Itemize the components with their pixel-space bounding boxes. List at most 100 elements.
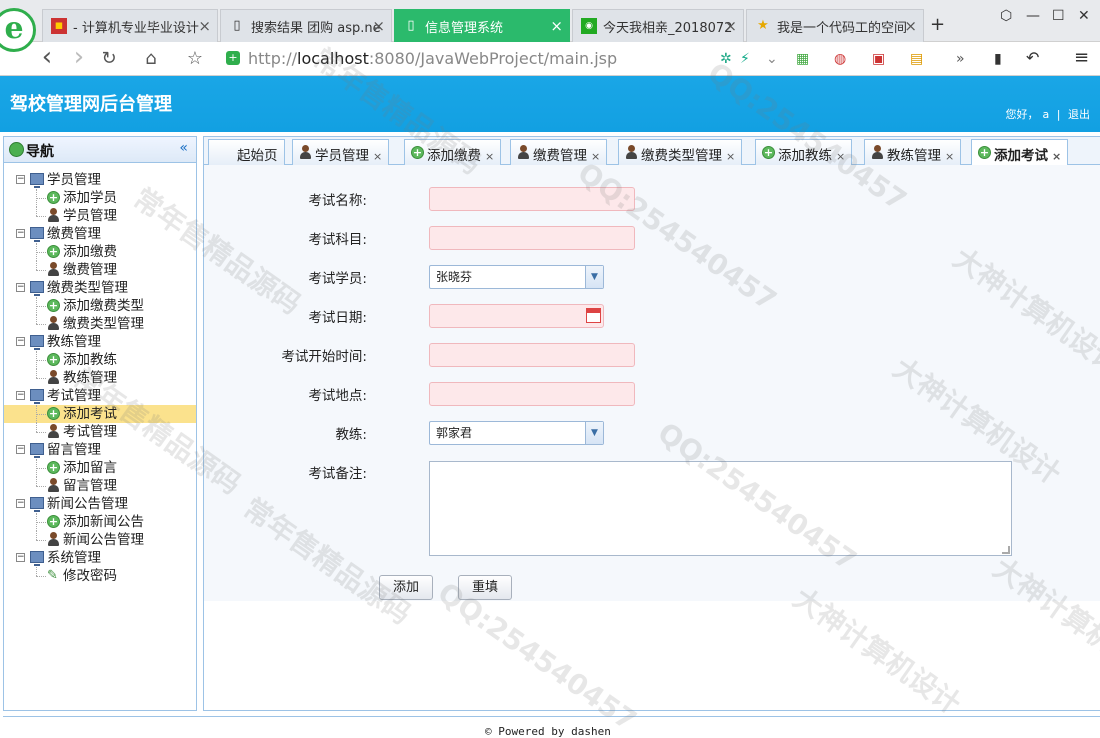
sidebar-item[interactable]: 新闻公告管理: [4, 531, 196, 549]
page-tab[interactable]: 起始页: [208, 139, 285, 165]
page-tab[interactable]: + 添加教练 ×: [755, 139, 853, 165]
exam-name-input[interactable]: [429, 187, 635, 211]
sidebar-item[interactable]: + 添加缴费类型: [4, 297, 196, 315]
favorite-button[interactable]: ☆: [184, 48, 206, 69]
sidebar-group[interactable]: − 考试管理: [4, 387, 196, 405]
close-icon[interactable]: ×: [198, 17, 211, 35]
sidebar-group[interactable]: − 学员管理: [4, 171, 196, 189]
browser-tab-2[interactable]: ▯ 搜索结果 团购 asp.ne ×: [220, 9, 392, 42]
reset-button[interactable]: 重填: [458, 575, 512, 600]
tree-line: [36, 567, 37, 576]
collapse-icon[interactable]: «: [179, 140, 188, 156]
minimize-button[interactable]: —: [1026, 8, 1040, 24]
page-tab[interactable]: + 添加考试 ×: [971, 139, 1069, 166]
shield-ext-icon[interactable]: ◍: [834, 51, 846, 67]
close-icon[interactable]: ×: [550, 17, 563, 35]
sidebar-item[interactable]: 缴费管理: [4, 261, 196, 279]
sidebar-item[interactable]: 留言管理: [4, 477, 196, 495]
browser-tab-5[interactable]: ★ 我是一个代码工的空间 ×: [746, 9, 924, 42]
close-icon[interactable]: ×: [724, 17, 737, 35]
browser-tab-3-active[interactable]: ▯ 信息管理系统 ×: [394, 9, 570, 42]
back-button[interactable]: ‹: [36, 42, 58, 72]
undo-icon[interactable]: ↶: [1026, 48, 1039, 67]
chevron-down-icon[interactable]: ▼: [585, 422, 603, 444]
sidebar-item[interactable]: 学员管理: [4, 207, 196, 225]
tree-line: [36, 468, 46, 469]
sidebar-group[interactable]: − 留言管理: [4, 441, 196, 459]
sidebar-item[interactable]: + 添加缴费: [4, 243, 196, 261]
tree-line: [36, 378, 46, 379]
resize-handle[interactable]: [1002, 546, 1010, 554]
sidebar-item[interactable]: ✎ 修改密码: [4, 567, 196, 585]
collapse-toggle-icon[interactable]: −: [16, 391, 25, 400]
sidebar-group[interactable]: − 教练管理: [4, 333, 196, 351]
calendar-icon[interactable]: [586, 308, 601, 323]
close-icon[interactable]: ×: [945, 150, 954, 163]
browser-tab-4[interactable]: ◉ 今天我相亲_2018072 ×: [572, 9, 744, 42]
logout-link[interactable]: 退出: [1068, 108, 1090, 121]
reload-button[interactable]: ↻: [98, 48, 120, 69]
sidebar-item[interactable]: 教练管理: [4, 369, 196, 387]
close-icon[interactable]: ×: [373, 150, 382, 163]
screenshot-icon[interactable]: ▤: [910, 51, 923, 67]
skin-icon[interactable]: ⬡: [1000, 8, 1012, 24]
collapse-toggle-icon[interactable]: −: [16, 283, 25, 292]
close-icon[interactable]: ×: [591, 150, 600, 163]
sidebar-item[interactable]: + 添加新闻公告: [4, 513, 196, 531]
exam-date-input[interactable]: [429, 304, 604, 328]
collapse-toggle-icon[interactable]: −: [16, 445, 25, 454]
collapse-toggle-icon[interactable]: −: [16, 229, 25, 238]
sidebar-item-label: 修改密码: [63, 568, 117, 584]
sidebar-item[interactable]: + 添加考试: [4, 405, 196, 423]
new-tab-button[interactable]: +: [930, 14, 945, 35]
page-tab[interactable]: 缴费类型管理 ×: [618, 139, 743, 165]
close-icon[interactable]: ×: [726, 150, 735, 163]
collapse-toggle-icon[interactable]: −: [16, 553, 25, 562]
sidebar-group[interactable]: − 缴费管理: [4, 225, 196, 243]
chevron-down-icon[interactable]: ▼: [585, 266, 603, 288]
maximize-button[interactable]: ☐: [1052, 8, 1065, 24]
sidebar-group[interactable]: − 缴费类型管理: [4, 279, 196, 297]
sidebar-group[interactable]: − 新闻公告管理: [4, 495, 196, 513]
pdf-icon[interactable]: ▣: [872, 51, 885, 67]
forward-button[interactable]: ›: [68, 42, 90, 72]
close-icon[interactable]: ×: [904, 17, 917, 35]
home-button[interactable]: ⌂: [140, 48, 162, 69]
page-tab[interactable]: + 添加缴费 ×: [404, 139, 502, 165]
browser-tab-1[interactable]: ▪ - 计算机专业毕业设计 ×: [42, 9, 218, 42]
tree-line: [36, 261, 37, 270]
exam-place-input[interactable]: [429, 382, 635, 406]
menu-icon[interactable]: ≡: [1074, 47, 1089, 68]
coach-select[interactable]: 郭家君 ▼: [429, 421, 604, 445]
sidebar-item[interactable]: 考试管理: [4, 423, 196, 441]
sidebar-item[interactable]: + 添加留言: [4, 459, 196, 477]
url-field[interactable]: + http://localhost:8080/JavaWebProject/m…: [222, 46, 762, 72]
more-icon[interactable]: »: [956, 51, 965, 67]
tree-line: [36, 432, 46, 433]
reader-icon[interactable]: ▮: [994, 51, 1002, 67]
exam-subject-input[interactable]: [429, 226, 635, 250]
chevron-down-icon[interactable]: ⌄: [766, 51, 778, 67]
lightning-icon[interactable]: ⚡: [740, 51, 750, 67]
sidebar-item[interactable]: + 添加教练: [4, 351, 196, 369]
close-window-button[interactable]: ✕: [1078, 8, 1090, 24]
add-button[interactable]: 添加: [379, 575, 433, 600]
exam-student-select[interactable]: 张晓芬 ▼: [429, 265, 604, 289]
apps-icon[interactable]: ▦: [796, 51, 809, 67]
close-icon[interactable]: ×: [372, 17, 385, 35]
exam-start-time-input[interactable]: [429, 343, 635, 367]
sidebar-item[interactable]: 缴费类型管理: [4, 315, 196, 333]
page-tab[interactable]: 教练管理 ×: [864, 139, 962, 165]
sidebar-item[interactable]: + 添加学员: [4, 189, 196, 207]
collapse-toggle-icon[interactable]: −: [16, 175, 25, 184]
close-icon[interactable]: ×: [1052, 150, 1061, 163]
page-tab[interactable]: 学员管理 ×: [292, 139, 390, 165]
close-icon[interactable]: ×: [485, 150, 494, 163]
collapse-toggle-icon[interactable]: −: [16, 337, 25, 346]
exam-remark-textarea[interactable]: [429, 461, 1012, 556]
sidebar-group[interactable]: − 系统管理: [4, 549, 196, 567]
page-tab[interactable]: 缴费管理 ×: [510, 139, 608, 165]
speed-icon[interactable]: ✲: [720, 51, 732, 67]
close-icon[interactable]: ×: [836, 150, 845, 163]
collapse-toggle-icon[interactable]: −: [16, 499, 25, 508]
